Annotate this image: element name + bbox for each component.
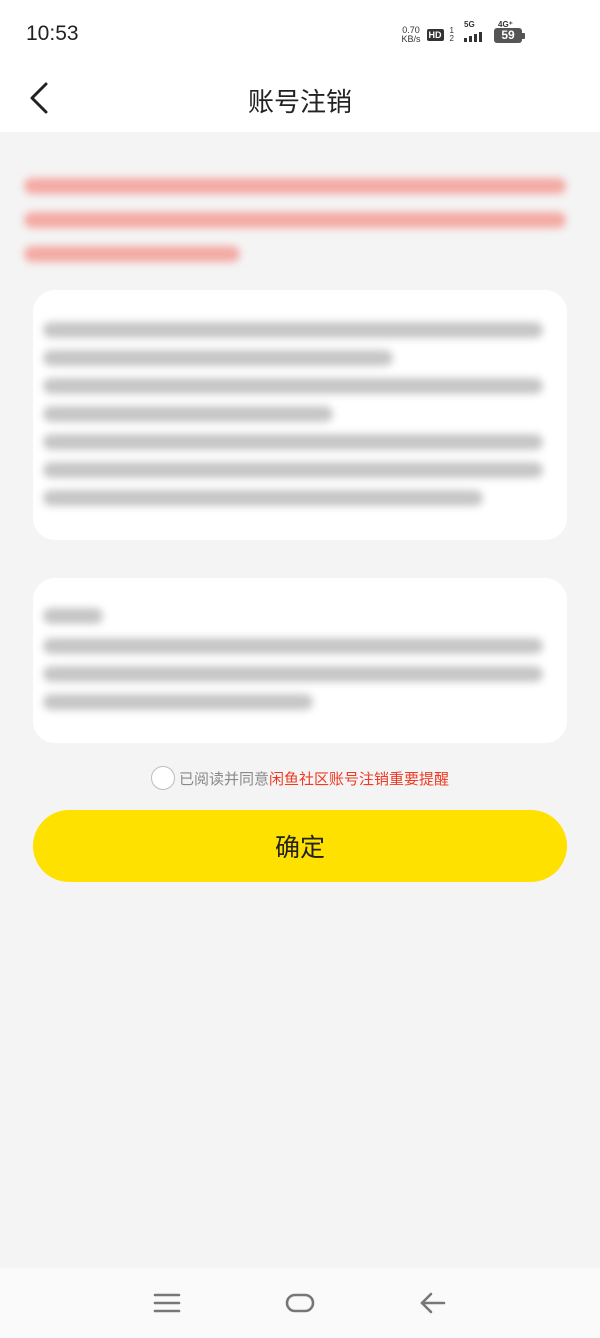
home-button[interactable] [284,1288,316,1318]
sim-index: 1 2 [449,26,454,43]
battery-icon: 59 [494,28,522,43]
agreement-row: 已阅读并同意 闲鱼社区账号注销重要提醒 [0,764,600,792]
home-icon [285,1293,315,1313]
hd-icon: HD [426,29,444,41]
header-bar: 账号注销 [0,70,600,132]
page-title: 账号注销 [247,88,352,118]
system-back-button[interactable] [418,1288,448,1318]
menu-button[interactable] [152,1288,182,1318]
arrow-left-icon [420,1292,446,1314]
network-speed: 0.70 KB/s [401,25,421,44]
system-nav-bar [0,1268,600,1338]
status-bar: 10:53 0.70 KB/s HD 1 2 5G 4G⁺ 59 [0,0,600,70]
agreement-text: 已阅读并同意 [178,769,269,788]
signal-5g-icon: 5G [464,20,482,42]
info-card-1 [33,290,567,540]
menu-icon [153,1293,181,1313]
confirm-button[interactable]: 确定 [33,810,567,882]
agreement-checkbox[interactable] [150,766,175,790]
confirm-button-label: 确定 [274,833,325,862]
battery-cap [522,33,525,39]
agreement-link[interactable]: 闲鱼社区账号注销重要提醒 [269,768,449,789]
info-card-2 [33,578,567,743]
status-time: 10:53 [26,22,79,45]
